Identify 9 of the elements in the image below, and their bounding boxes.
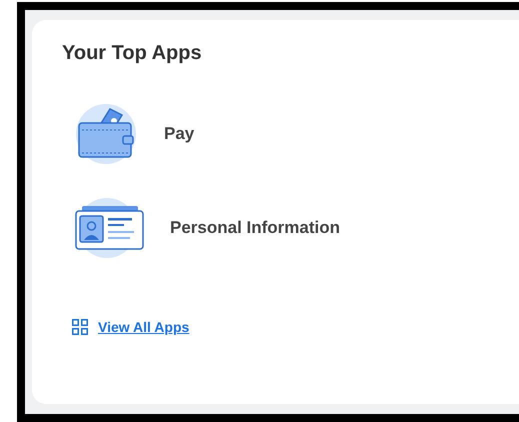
view-all-link[interactable]: View All Apps: [72, 319, 190, 335]
wallet-icon: [74, 103, 138, 165]
app-label: Pay: [164, 124, 194, 144]
app-label: Personal Information: [170, 218, 340, 238]
app-item[interactable]: Personal Information: [74, 197, 340, 259]
app-item[interactable]: Pay: [74, 103, 194, 165]
card-title: Your Top Apps: [62, 42, 203, 65]
id-card-icon: [74, 197, 144, 259]
grid-icon: [72, 319, 88, 335]
